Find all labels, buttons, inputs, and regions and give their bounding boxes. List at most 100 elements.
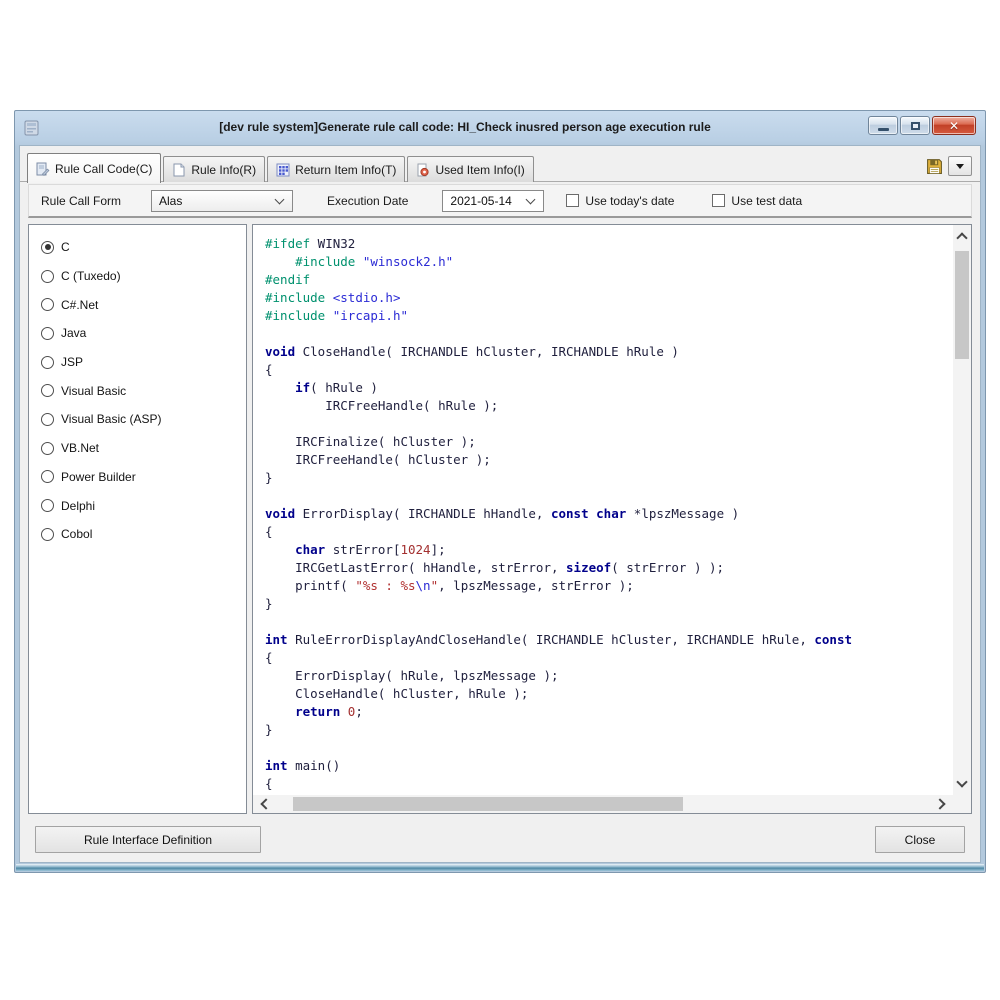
code-line: } [265, 721, 953, 739]
code-line: IRCFreeHandle( hRule ); [265, 397, 953, 415]
scroll-up-icon[interactable] [956, 232, 967, 243]
language-label: C [61, 240, 70, 254]
language-list-panel: C C (Tuxedo) C#.Net Java JSP Visual Basic Visu… [28, 224, 247, 814]
code-line: { [265, 361, 953, 379]
save-options-dropdown-button[interactable] [948, 156, 972, 176]
code-line: { [265, 523, 953, 541]
close-button[interactable]: Close [875, 826, 965, 853]
execution-date-value: 2021-05-14 [443, 194, 521, 208]
maximize-icon [911, 122, 920, 130]
language-option[interactable]: C (Tuxedo) [41, 262, 246, 291]
language-option[interactable]: JSP [41, 348, 246, 377]
code-view: #ifdef WIN32 #include "winsock2.h"#endif… [253, 225, 953, 795]
tab-return-item-info[interactable]: Return Item Info(T) [267, 156, 405, 182]
code-line: IRCFreeHandle( hCluster ); [265, 451, 953, 469]
use-test-data-option[interactable]: Use test data [712, 194, 802, 208]
execution-date-combobox[interactable]: 2021-05-14 [442, 190, 544, 212]
use-test-data-label: Use test data [731, 194, 802, 208]
code-line: IRCFinalize( hCluster ); [265, 433, 953, 451]
close-window-button[interactable]: ✕ [932, 116, 976, 135]
maximize-button[interactable] [900, 116, 930, 135]
use-todays-date-checkbox[interactable] [566, 194, 579, 207]
tab-rule-info[interactable]: Rule Info(R) [163, 156, 265, 182]
execution-date-label: Execution Date [327, 194, 408, 208]
client-area: Rule Call Code(C) Rule Info(R) Return It… [19, 145, 981, 863]
language-label: C (Tuxedo) [61, 269, 121, 283]
tab-label: Used Item Info(I) [435, 163, 524, 177]
code-line: CloseHandle( hCluster, hRule ); [265, 685, 953, 703]
code-line: IRCGetLastError( hHandle, strError, size… [265, 559, 953, 577]
radio-icon [41, 470, 54, 483]
minimize-button[interactable] [868, 116, 898, 135]
language-label: Visual Basic (ASP) [61, 412, 161, 426]
code-line: #include "winsock2.h" [265, 253, 953, 271]
code-line: int RuleErrorDisplayAndCloseHandle( IRCH… [265, 631, 953, 649]
titlebar: [dev rule system]Generate rule call code… [15, 111, 985, 145]
rule-call-form-combobox[interactable]: Alas [151, 190, 293, 212]
use-todays-date-option[interactable]: Use today's date [566, 194, 674, 208]
code-line: void ErrorDisplay( IRCHANDLE hHandle, co… [265, 505, 953, 523]
language-option[interactable]: Java [41, 319, 246, 348]
use-test-data-checkbox[interactable] [712, 194, 725, 207]
radio-icon [41, 241, 54, 254]
language-label: Cobol [61, 527, 92, 541]
code-line: return 0; [265, 703, 953, 721]
radio-icon [41, 327, 54, 340]
vertical-scroll-thumb[interactable] [955, 251, 969, 359]
horizontal-scrollbar[interactable] [253, 795, 953, 813]
code-line [265, 613, 953, 631]
code-line [265, 415, 953, 433]
tab-label: Rule Info(R) [191, 163, 256, 177]
code-panel: #ifdef WIN32 #include "winsock2.h"#endif… [252, 224, 972, 814]
code-line: void CloseHandle( IRCHANDLE hCluster, IR… [265, 343, 953, 361]
toolbar: Rule Call Form Alas Execution Date 2021-… [28, 184, 972, 218]
language-option[interactable]: Visual Basic (ASP) [41, 405, 246, 434]
language-option[interactable]: Power Builder [41, 463, 246, 492]
save-icon[interactable] [926, 158, 943, 175]
language-label: Java [61, 326, 86, 340]
tab-label: Rule Call Code(C) [55, 162, 152, 176]
code-line: #endif [265, 271, 953, 289]
rule-interface-definition-button[interactable]: Rule Interface Definition [35, 826, 261, 853]
tab-rule-call-code[interactable]: Rule Call Code(C) [27, 153, 161, 183]
code-line [265, 325, 953, 343]
language-option[interactable]: Visual Basic [41, 376, 246, 405]
language-option[interactable]: VB.Net [41, 434, 246, 463]
vertical-scrollbar[interactable] [953, 225, 971, 795]
scroll-down-icon[interactable] [956, 776, 967, 787]
doc-red-icon [416, 163, 430, 177]
tab-label: Return Item Info(T) [295, 163, 396, 177]
language-label: VB.Net [61, 441, 99, 455]
radio-icon [41, 442, 54, 455]
dropdown-arrow-icon [956, 164, 964, 173]
minimize-icon [878, 128, 889, 131]
code-line [265, 487, 953, 505]
chevron-down-icon [526, 194, 536, 204]
scroll-left-icon[interactable] [260, 798, 271, 809]
code-line: } [265, 469, 953, 487]
tab-used-item-info[interactable]: Used Item Info(I) [407, 156, 533, 182]
scrollbar-corner [953, 795, 971, 813]
doc-icon [172, 163, 186, 177]
code-line: } [265, 595, 953, 613]
rule-call-form-value: Alas [152, 194, 270, 208]
window-title: [dev rule system]Generate rule call code… [75, 120, 855, 134]
code-line: if( hRule ) [265, 379, 953, 397]
scroll-right-icon[interactable] [934, 798, 945, 809]
code-line: #ifdef WIN32 [265, 235, 953, 253]
chevron-down-icon [275, 194, 285, 204]
language-option[interactable]: C#.Net [41, 290, 246, 319]
language-label: Delphi [61, 499, 95, 513]
language-label: Visual Basic [61, 384, 126, 398]
language-option[interactable]: C [41, 233, 246, 262]
language-option[interactable]: Cobol [41, 520, 246, 549]
radio-icon [41, 384, 54, 397]
radio-icon [41, 270, 54, 283]
app-icon [23, 119, 41, 137]
code-line: #include <stdio.h> [265, 289, 953, 307]
horizontal-scroll-thumb[interactable] [293, 797, 683, 811]
code-line: { [265, 775, 953, 793]
language-label: JSP [61, 355, 83, 369]
language-label: C#.Net [61, 298, 98, 312]
language-option[interactable]: Delphi [41, 491, 246, 520]
